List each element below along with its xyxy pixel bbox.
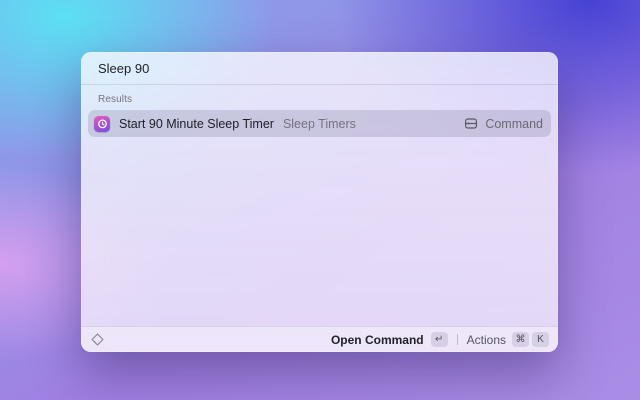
return-key-badge: ↵	[430, 332, 448, 347]
result-row-main: Start 90 Minute Sleep Timer Sleep Timers	[94, 115, 356, 132]
footer-divider	[456, 334, 458, 345]
sleep-timers-app-icon	[94, 115, 110, 132]
actions-button[interactable]: Actions ⌘ K	[467, 332, 549, 347]
result-row[interactable]: Start 90 Minute Sleep Timer Sleep Timers…	[88, 110, 551, 137]
raycast-logo-icon	[90, 332, 105, 347]
command-type-icon	[464, 117, 478, 130]
launcher-window: Results Start 90 Minute Sleep Timer Slee…	[81, 52, 558, 352]
result-accessory: Command	[464, 117, 543, 131]
result-type-label: Command	[485, 116, 543, 131]
results-panel: Results Start 90 Minute Sleep Timer Slee…	[81, 85, 558, 326]
open-command-button[interactable]: Open Command ↵	[331, 332, 448, 347]
footer-bar: Open Command ↵ Actions ⌘ K	[81, 326, 558, 352]
search-bar	[81, 52, 558, 85]
result-subtitle: Sleep Timers	[282, 116, 356, 131]
results-section-label: Results	[98, 94, 133, 105]
search-input[interactable]	[98, 60, 541, 76]
cmd-key-badge: ⌘	[512, 332, 529, 347]
footer-actions: Open Command ↵ Actions ⌘ K	[331, 332, 549, 347]
result-title: Start 90 Minute Sleep Timer	[119, 116, 274, 131]
actions-label: Actions	[466, 332, 506, 347]
k-key-badge: K	[532, 332, 549, 347]
open-command-label: Open Command	[330, 332, 424, 347]
